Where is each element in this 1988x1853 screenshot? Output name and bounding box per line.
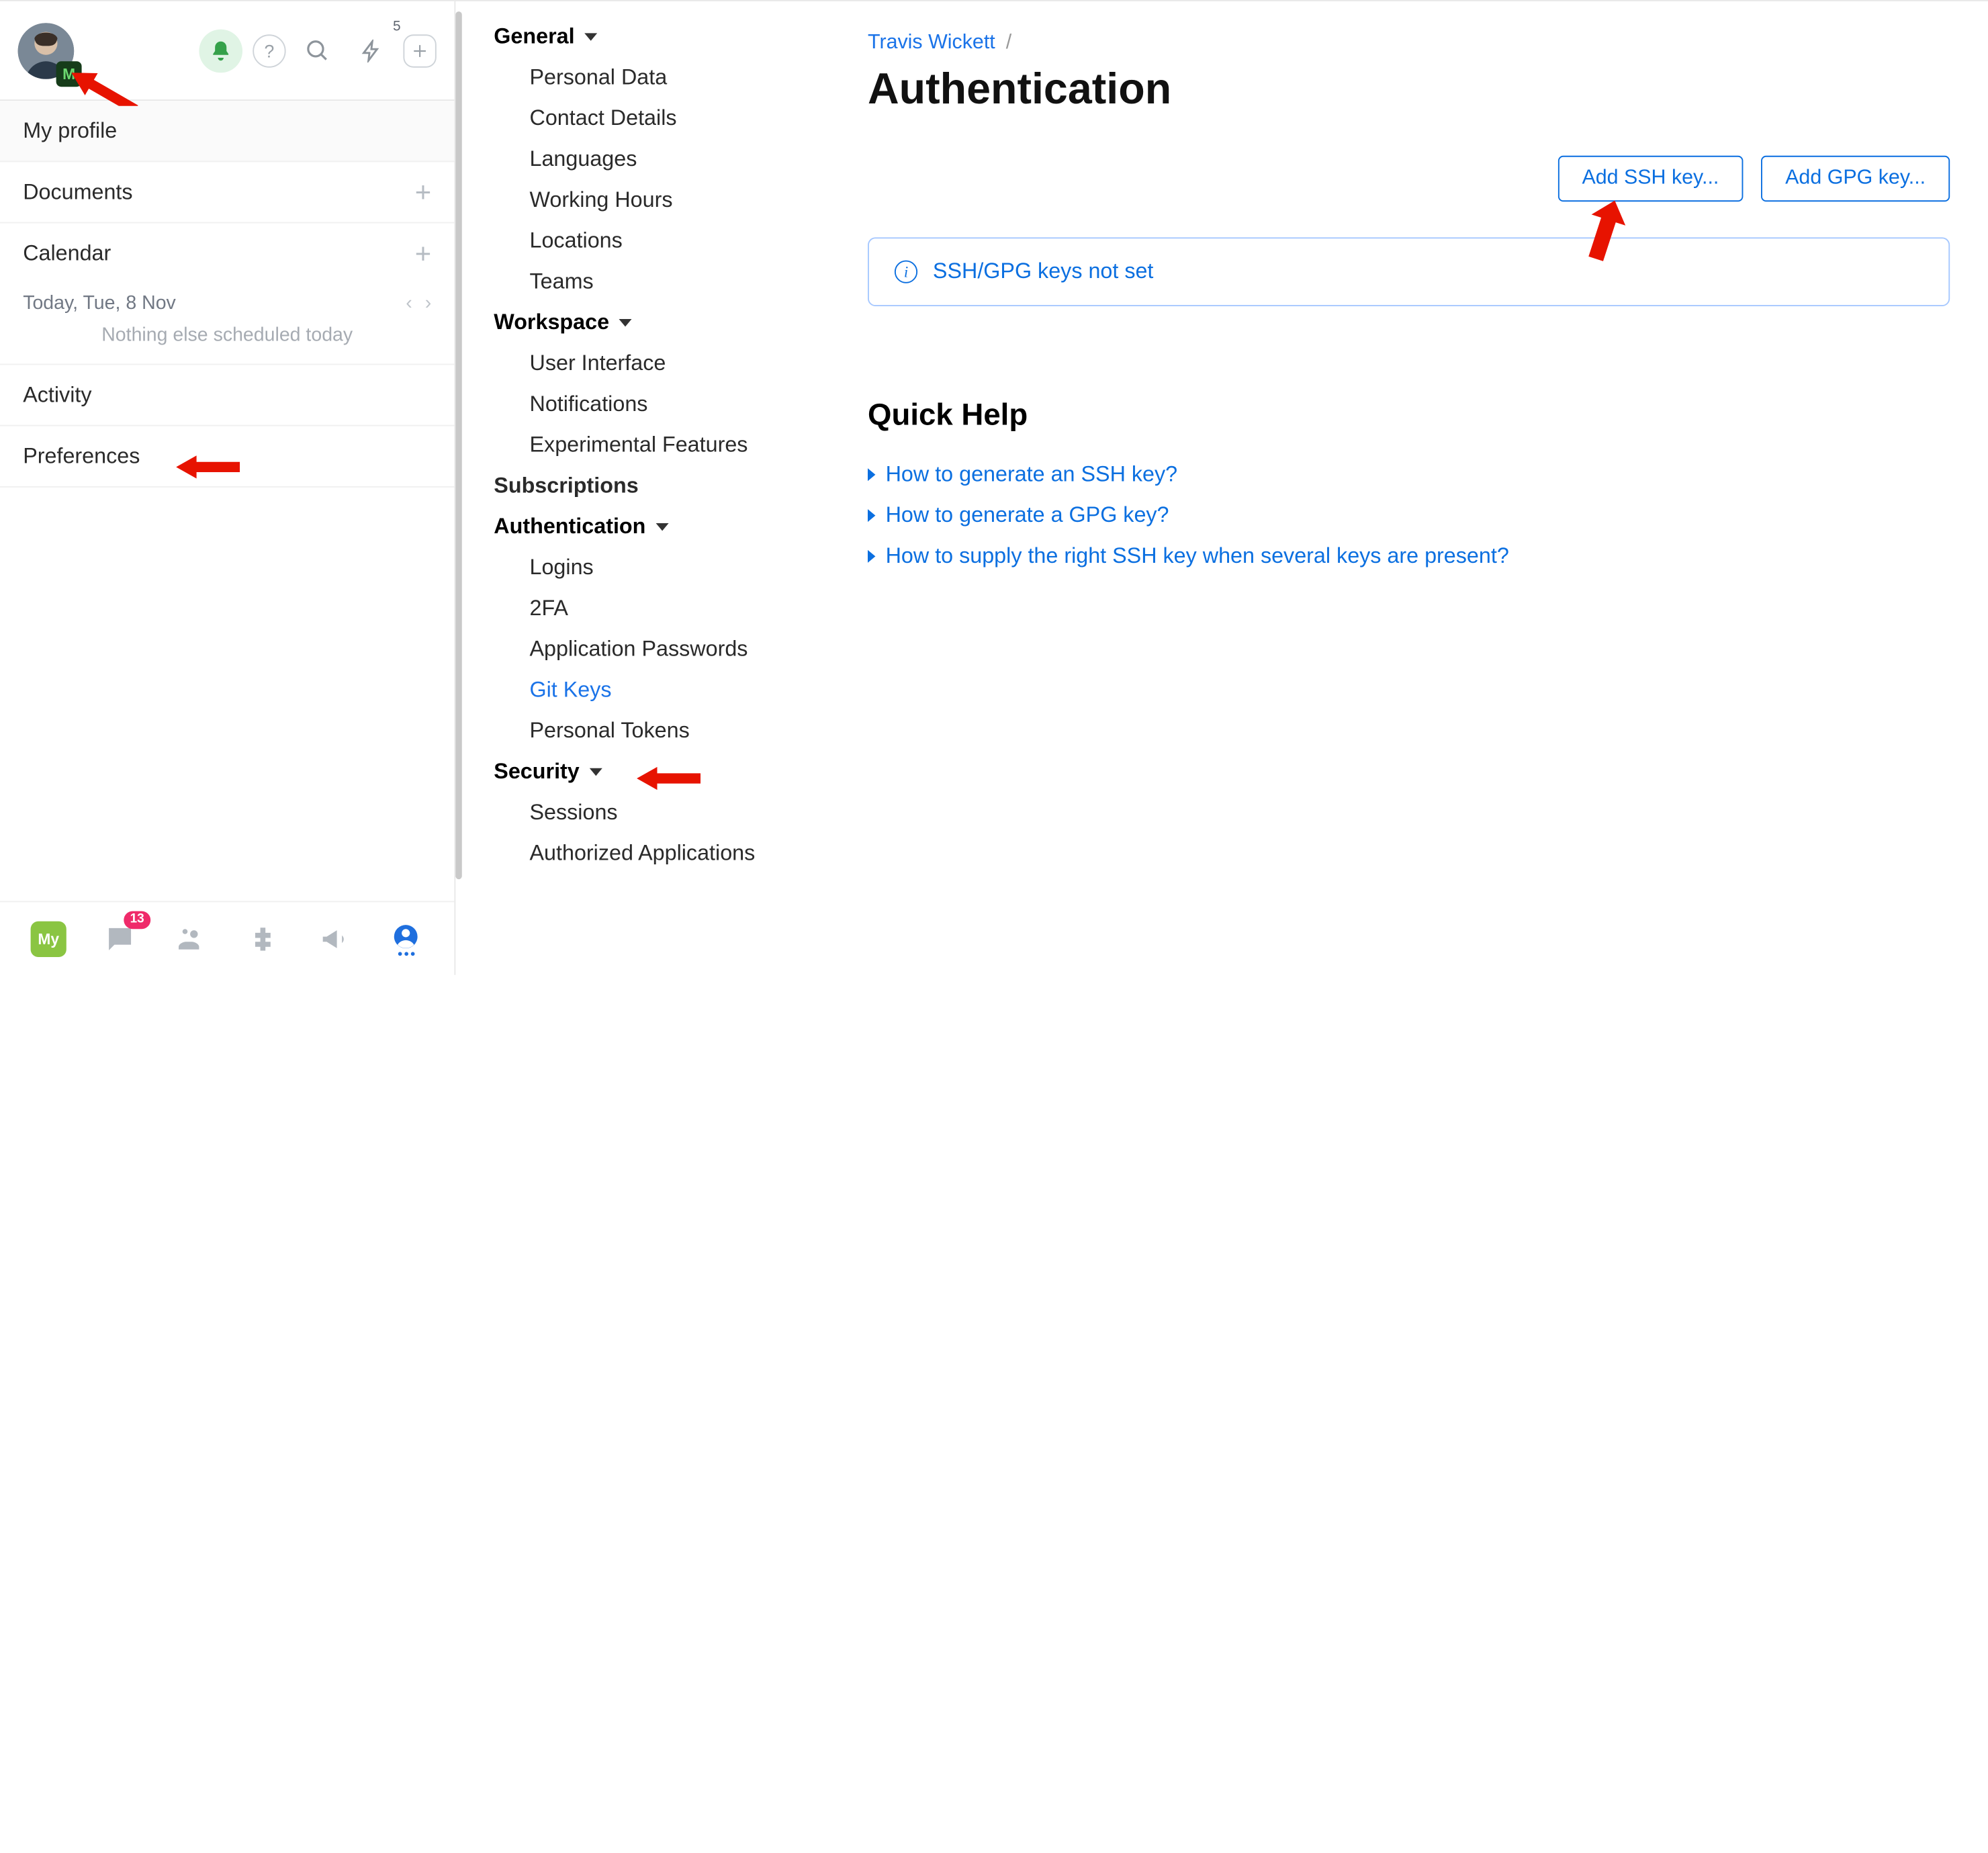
link-sessions[interactable]: Sessions — [455, 793, 829, 833]
bb-team-icon[interactable] — [166, 913, 217, 964]
chevron-down-icon — [619, 319, 632, 326]
page-title: Authentication — [868, 65, 1950, 115]
red-arrow-annotation — [1580, 199, 1631, 263]
group-general[interactable]: General — [455, 17, 829, 58]
scrollbar[interactable] — [455, 11, 462, 879]
plus-icon[interactable]: + — [415, 237, 431, 270]
nav-my-profile[interactable]: My profile — [0, 101, 454, 162]
bb-announce-icon[interactable] — [309, 913, 360, 964]
quick-help-link-gpg[interactable]: How to generate a GPG key? — [868, 495, 1950, 536]
calendar-today-widget: Today, Tue, 8 Nov ‹ › Nothing else sched… — [0, 285, 454, 365]
create-icon[interactable] — [403, 34, 436, 66]
link-working-hours[interactable]: Working Hours — [455, 180, 829, 221]
nav-activity-label: Activity — [23, 382, 91, 408]
link-languages[interactable]: Languages — [455, 139, 829, 180]
avatar[interactable]: M — [18, 22, 75, 79]
add-gpg-key-button[interactable]: Add GPG key... — [1761, 156, 1950, 201]
chevron-down-icon — [585, 33, 598, 40]
breadcrumb-sep: / — [1006, 32, 1011, 54]
quick-help-text: How to supply the right SSH key when sev… — [886, 543, 1509, 569]
nav-documents[interactable]: Documents + — [0, 162, 454, 223]
left-header: M ? 5 — [0, 1, 454, 101]
quick-help-text: How to generate an SSH key? — [886, 462, 1178, 488]
link-personal-tokens[interactable]: Personal Tokens — [455, 711, 829, 752]
left-sidebar: M ? 5 My — [0, 1, 455, 975]
group-authentication-label: Authentication — [494, 514, 645, 540]
nav-activity[interactable]: Activity — [0, 365, 454, 426]
breadcrumb-root[interactable]: Travis Wickett — [868, 32, 995, 54]
link-app-passwords[interactable]: Application Passwords — [455, 629, 829, 670]
quick-help-link-multi[interactable]: How to supply the right SSH key when sev… — [868, 536, 1950, 577]
info-banner: i SSH/GPG keys not set — [868, 237, 1950, 306]
link-locations[interactable]: Locations — [455, 221, 829, 262]
bb-chat-badge: 13 — [124, 911, 150, 929]
group-authentication[interactable]: Authentication — [455, 506, 829, 547]
nav-preferences-label: Preferences — [23, 443, 140, 469]
chevron-down-icon — [590, 768, 602, 776]
info-icon: i — [895, 261, 917, 283]
quick-help-title: Quick Help — [868, 398, 1950, 434]
link-logins[interactable]: Logins — [455, 547, 829, 588]
chevron-right-icon — [868, 509, 875, 522]
link-2fa[interactable]: 2FA — [455, 588, 829, 629]
settings-nav: General Personal Data Contact Details La… — [455, 1, 829, 975]
group-workspace-label: Workspace — [494, 310, 609, 336]
action-row: Add SSH key... Add GPG key... — [868, 156, 1950, 201]
red-arrow-annotation — [637, 767, 701, 790]
chevron-left-icon[interactable]: ‹ — [406, 292, 412, 314]
link-teams[interactable]: Teams — [455, 262, 829, 303]
group-subscriptions[interactable]: Subscriptions — [455, 466, 829, 507]
group-workspace[interactable]: Workspace — [455, 302, 829, 343]
info-banner-text: SSH/GPG keys not set — [933, 259, 1154, 285]
notifications-icon[interactable] — [199, 29, 242, 73]
quick-help-text: How to generate a GPG key? — [886, 503, 1169, 529]
link-contact-details[interactable]: Contact Details — [455, 98, 829, 139]
bb-chat-icon[interactable]: 13 — [95, 913, 146, 964]
link-user-interface[interactable]: User Interface — [455, 343, 829, 384]
search-icon[interactable] — [296, 29, 340, 73]
bb-my[interactable]: My — [23, 913, 74, 964]
bb-extensions-icon[interactable] — [237, 913, 288, 964]
bottom-bar: My 13 — [0, 901, 454, 975]
nav-documents-label: Documents — [23, 179, 132, 205]
group-security-label: Security — [494, 760, 579, 785]
link-experimental[interactable]: Experimental Features — [455, 425, 829, 466]
nav-calendar-label: Calendar — [23, 241, 111, 267]
chevron-right-icon[interactable]: › — [425, 292, 432, 314]
calendar-empty-label: Nothing else scheduled today — [23, 324, 431, 346]
link-authorized-apps[interactable]: Authorized Applications — [455, 833, 829, 874]
red-arrow-annotation — [176, 455, 240, 478]
chevron-right-icon — [868, 468, 875, 481]
link-git-keys[interactable]: Git Keys — [455, 670, 829, 711]
chevron-down-icon — [656, 523, 669, 531]
notifications-count: 5 — [393, 19, 401, 34]
group-general-label: General — [494, 24, 574, 50]
link-personal-data[interactable]: Personal Data — [455, 58, 829, 99]
red-arrow-annotation — [71, 60, 148, 105]
calendar-date-label: Today, Tue, 8 Nov — [23, 292, 176, 314]
link-notifications[interactable]: Notifications — [455, 384, 829, 425]
add-ssh-key-button[interactable]: Add SSH key... — [1557, 156, 1743, 201]
main-content: Travis Wickett / Authentication Add SSH … — [829, 1, 1988, 975]
bb-my-label: My — [31, 921, 66, 956]
help-icon[interactable]: ? — [253, 34, 285, 66]
quick-actions-icon[interactable]: 5 — [350, 29, 394, 73]
nav-calendar[interactable]: Calendar + — [0, 224, 454, 285]
breadcrumb: Travis Wickett / — [868, 32, 1950, 55]
nav-my-profile-label: My profile — [23, 118, 117, 144]
bb-profile-icon[interactable] — [380, 913, 431, 964]
plus-icon[interactable]: + — [415, 175, 431, 208]
quick-help-link-ssh[interactable]: How to generate an SSH key? — [868, 454, 1950, 495]
chevron-right-icon — [868, 550, 875, 563]
